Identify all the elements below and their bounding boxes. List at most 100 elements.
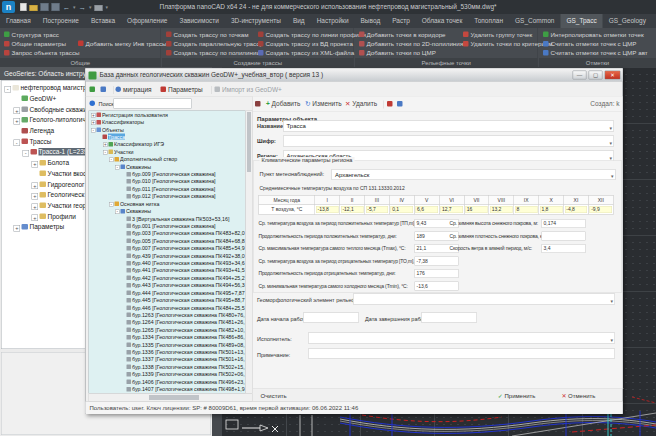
ribbon-button[interactable]: Структура трасс [4, 30, 80, 39]
name-combo[interactable]: Трасса▾ [283, 121, 614, 132]
ribbon-tab[interactable]: GS_Трасс [560, 14, 602, 28]
tree-item[interactable]: бур.444 [Геологическая скважина ПК495+7,… [89, 289, 245, 296]
tree-item[interactable]: бур.011 [Геологическая скважина] [89, 185, 245, 192]
tree-item[interactable]: бур.443 [Геологическая скважина ПК494+56… [89, 282, 245, 289]
ribbon-button[interactable]: Создать трассу по линии профиля [258, 30, 366, 39]
tree-item[interactable]: бур.1335 [Геологическая скважина ПК489+0… [89, 341, 245, 348]
tree-item[interactable]: +Классификатор ИГЭ [89, 141, 245, 148]
ribbon-button[interactable]: Создать трассу по точкам [166, 30, 262, 39]
redo-dropdown-icon[interactable]: ▾ [89, 3, 92, 11]
delete-button[interactable]: ✕ Удалить [345, 97, 377, 112]
date-end-input[interactable] [421, 313, 477, 323]
tree-item[interactable]: бур.441 [Геологическая скважина ПК493+41… [89, 267, 245, 274]
ribbon-button[interactable]: Считать отметки точек с ЦМР [543, 39, 648, 48]
temp-cell[interactable]: 8 [515, 206, 537, 213]
date-start-input[interactable] [303, 313, 359, 323]
ribbon-button[interactable]: Создать параллельную трассу [166, 39, 262, 48]
tree-item[interactable]: бур.010 [Геологическая скважина] [89, 178, 245, 185]
clear-button[interactable]: Очистить [261, 389, 287, 402]
ribbon-tab[interactable]: Растр [386, 14, 416, 28]
tree-horizontal-scrollbar[interactable] [89, 394, 253, 402]
parameters-button[interactable]: Параметры [161, 83, 203, 97]
tree-item[interactable]: -Участки [89, 148, 245, 155]
temp-cell[interactable]: -12,1 [341, 206, 363, 213]
expand-icon[interactable]: + [103, 143, 108, 148]
ribbon-tab[interactable]: Зависимости [173, 14, 224, 28]
note-input[interactable] [308, 349, 615, 359]
filter-icon[interactable] [255, 97, 263, 112]
expand-icon[interactable]: - [115, 209, 120, 214]
ribbon-button[interactable]: Запрос объекта трассы [4, 49, 80, 58]
temp-cell[interactable]: 0,1 [391, 206, 413, 213]
tree-item[interactable]: -Скважины [89, 163, 245, 170]
code-combo[interactable]: ▾ [283, 136, 614, 147]
expand-icon[interactable]: - [91, 128, 96, 133]
link-icon[interactable] [397, 97, 405, 112]
tree-item[interactable]: бур.007 [Геологическая скважина ПК485+54… [89, 244, 245, 251]
param-input[interactable]: 0,174 [542, 219, 586, 228]
expand-icon[interactable]: + [14, 107, 21, 114]
param-input[interactable]: 3,4 [542, 244, 586, 253]
param-input[interactable]: 176 [415, 269, 459, 278]
tree-item[interactable]: бур.446 [Геологическая скважина ПК484+25… [89, 304, 245, 311]
ribbon-tab[interactable]: GS_Geology [603, 14, 652, 28]
tree-item[interactable]: бур.005 [Геологическая скважина ПК484+68… [89, 237, 245, 244]
tree-tool-icon[interactable] [90, 83, 98, 97]
expand-icon[interactable]: + [91, 120, 96, 125]
tree-item[interactable]: 3 [Виртуальная скважина ПК503+53,16] [89, 215, 245, 222]
save-as-icon[interactable] [52, 3, 60, 11]
tree-item[interactable]: бур.012 [Геологическая скважина] [89, 193, 245, 200]
minimize-button[interactable]: — [573, 71, 587, 80]
temp-cell[interactable]: 12,7 [440, 206, 462, 213]
ribbon-button[interactable]: Интерполировать отметки точек [543, 30, 648, 39]
ribbon-tab[interactable]: Вид [287, 14, 311, 28]
tree-item[interactable]: бур.1264 [Геологическая скважина ПК481+2… [89, 319, 245, 326]
ribbon-button[interactable]: Добавить точки по 2D-полилиниям [359, 39, 468, 48]
tree-item[interactable]: бур.442 [Геологическая скважина ПК494+25… [89, 274, 245, 281]
ribbon-button[interactable]: Считать отметки точек с ЦМР авт [543, 49, 648, 58]
executor-combo[interactable]: ▾ [308, 333, 615, 344]
undo-icon[interactable]: ← [63, 3, 71, 11]
tree-item[interactable]: бур.1265 [Геологическая скважина ПК482+1… [89, 326, 245, 333]
edit-button[interactable]: ↻ Изменить [305, 97, 342, 112]
add-button[interactable]: + Добавить [266, 97, 300, 112]
ribbon-tab[interactable]: Облака точек [416, 14, 469, 28]
expand-icon[interactable]: - [115, 165, 120, 170]
temp-cell[interactable]: 1,8 [540, 206, 562, 213]
apply-button[interactable]: ✓ Применить [498, 389, 536, 402]
tree-item[interactable]: -Объекты [89, 126, 245, 133]
redo-icon[interactable]: → [79, 3, 87, 11]
migration-button[interactable]: миграция [116, 83, 152, 97]
tree-item[interactable]: бур.1337 [Геологическая скважина ПК501+1… [89, 356, 245, 363]
station-combo[interactable]: Архангельск▾ [332, 169, 616, 180]
qat-dropdown-icon[interactable]: ▾ [106, 3, 109, 11]
tree-item[interactable]: бур.439 [Геологическая скважина ПК492+38… [89, 252, 245, 259]
maximize-button[interactable]: ▢ [589, 71, 603, 80]
param-input[interactable] [542, 232, 586, 241]
temp-cell[interactable]: -5,7 [366, 206, 388, 213]
open-file-icon[interactable] [30, 5, 38, 11]
undo-dropdown-icon[interactable]: ▾ [73, 3, 76, 11]
tree-item[interactable]: -Скважины [89, 207, 245, 214]
tree-item[interactable]: бур.009 [Геологическая скважина] [89, 170, 245, 177]
tree-item[interactable]: -Дополнительный створ [89, 155, 245, 162]
ribbon-tab[interactable]: GS_Common [509, 14, 560, 28]
tree-item[interactable]: бур.001 [Геологическая скважина] [89, 222, 245, 229]
tree-item[interactable]: бур.1338 [Геологическая скважина ПК502+1… [89, 363, 245, 370]
expand-icon[interactable]: + [14, 225, 21, 232]
expand-icon[interactable]: + [32, 204, 39, 211]
param-input[interactable]: -13,6 [415, 282, 459, 291]
new-file-icon[interactable] [20, 3, 27, 11]
ribbon-tab[interactable]: Настройки [311, 14, 355, 28]
expand-icon[interactable]: - [14, 139, 21, 146]
tree-item[interactable]: +Регистрация пользователя [89, 111, 245, 118]
tree-item[interactable]: бур.1339 [Геологическая скважина ПК502+0… [89, 370, 245, 377]
tree-item[interactable]: +Классификаторы [89, 118, 245, 125]
ribbon-tab[interactable]: Оформление [121, 14, 173, 28]
expand-icon[interactable]: + [32, 193, 39, 200]
temp-cell[interactable]: -9,9 [590, 206, 612, 213]
ribbon-button[interactable]: Добавить точки в коридоре [359, 30, 468, 39]
expand-icon[interactable]: - [109, 202, 114, 207]
import-geodw-button[interactable]: Импорт из GeoDW+ [215, 83, 282, 97]
ribbon-button[interactable]: Создать трассу по полилинии [166, 49, 262, 58]
